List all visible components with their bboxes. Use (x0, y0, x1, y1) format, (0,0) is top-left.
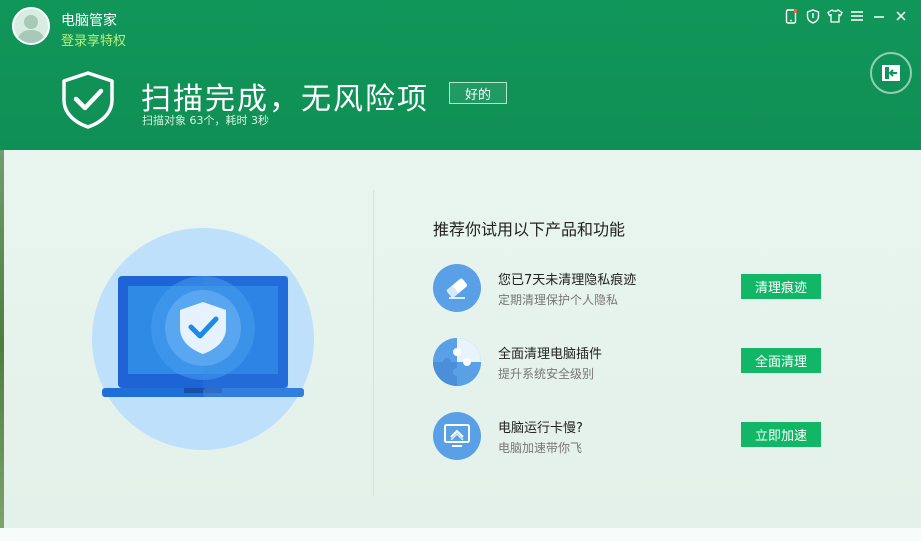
menu-icon[interactable] (849, 8, 865, 24)
main-window: 电脑管家 登录享特权 扫描完成，无风险项 好的 扫描对象 63个，耗时 3秒 推… (0, 0, 921, 541)
recommend-item-plugins: 全面清理电脑插件 提升系统安全级别 全面清理 (433, 338, 833, 388)
shield-check-icon (62, 71, 114, 129)
ok-button[interactable]: 好的 (449, 82, 507, 104)
avatar[interactable] (12, 7, 50, 45)
recommend-title: 推荐你试用以下产品和功能 (433, 220, 626, 239)
scan-summary: 扫描对象 63个，耗时 3秒 (142, 114, 269, 127)
recommend-item-title: 您已7天未清理隐私痕迹 (498, 273, 637, 288)
divider (373, 190, 374, 496)
window-controls (783, 8, 909, 24)
minimize-icon[interactable] (871, 8, 887, 24)
close-icon[interactable] (893, 8, 909, 24)
shirt-icon[interactable] (827, 8, 843, 24)
eraser-icon (433, 264, 481, 312)
recommend-item-privacy: 您已7天未清理隐私痕迹 定期清理保护个人隐私 清理痕迹 (433, 264, 833, 314)
recommend-item-speedup: 电脑运行卡慢? 电脑加速带你飞 立即加速 (433, 412, 833, 462)
speedup-icon (433, 412, 481, 460)
recommend-item-subtitle: 定期清理保护个人隐私 (498, 293, 619, 307)
user-icon (17, 15, 45, 43)
full-clean-button[interactable]: 全面清理 (741, 348, 821, 373)
phone-icon[interactable] (783, 8, 799, 24)
shield-icon[interactable] (805, 8, 821, 24)
recommend-item-subtitle: 提升系统安全级别 (498, 367, 595, 381)
laptop-shield-illustration (92, 228, 314, 450)
speed-up-button[interactable]: 立即加速 (741, 422, 821, 447)
header: 电脑管家 登录享特权 扫描完成，无风险项 好的 扫描对象 63个，耗时 3秒 (0, 0, 921, 150)
exit-button[interactable] (870, 52, 912, 94)
puzzle-icon (433, 338, 481, 386)
recommend-item-title: 全面清理电脑插件 (498, 347, 603, 362)
recommend-item-subtitle: 电脑加速带你飞 (498, 441, 583, 455)
clean-traces-button[interactable]: 清理痕迹 (741, 274, 821, 299)
login-link[interactable]: 登录享特权 (61, 30, 126, 49)
recommend-item-title: 电脑运行卡慢? (498, 421, 583, 436)
bottom-bar (0, 528, 921, 541)
app-title: 电脑管家 (61, 13, 117, 29)
exit-icon (882, 65, 900, 81)
